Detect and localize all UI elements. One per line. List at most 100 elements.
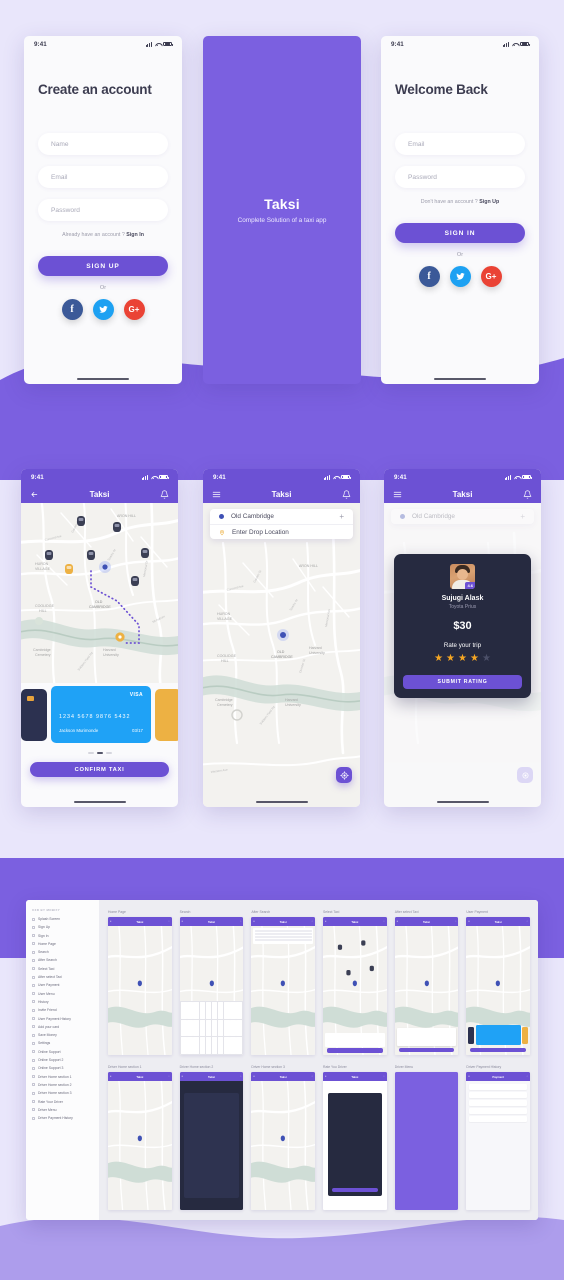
showcase-cell[interactable]: Driver Home section 2 ≡ Taksi ◌ (179, 1065, 244, 1210)
sidebar-item-4[interactable]: Search (32, 950, 93, 954)
sidebar-item-17[interactable]: Online Support 2 (32, 1058, 93, 1062)
showcase-thumbnail[interactable]: ≡ Taksi ◌ (179, 917, 244, 1055)
checkbox-icon[interactable] (32, 950, 35, 954)
checkbox-icon[interactable] (32, 1025, 35, 1029)
bell-icon[interactable] (160, 489, 169, 499)
checkbox-icon[interactable] (32, 1066, 35, 1070)
sidebar-item-16[interactable]: Online Support (32, 1050, 93, 1054)
sidebar-item-2[interactable]: Sign In (32, 934, 93, 938)
facebook-icon[interactable]: f (418, 266, 440, 287)
showcase-cell[interactable]: User Payment ≡ Taksi ◌ (466, 910, 531, 1055)
pickup-row[interactable]: Old Cambridge + (210, 509, 353, 524)
showcase-cell[interactable]: Driver Home section 3 ≡ Taksi ◌ (251, 1065, 316, 1210)
sidebar-item-15[interactable]: Settings (32, 1041, 93, 1045)
email-field[interactable]: Email (38, 166, 168, 188)
hamburger-menu-icon[interactable] (212, 490, 221, 499)
sidebar-item-7[interactable]: After select Taxi (32, 975, 93, 979)
checkbox-icon[interactable] (32, 917, 35, 921)
locate-me-button-disabled[interactable] (517, 767, 533, 783)
checkbox-icon[interactable] (32, 1000, 35, 1004)
sidebar-item-23[interactable]: Driver Menu (32, 1108, 93, 1112)
showcase-cell[interactable]: Driver Payment History ≡ Payment ◌ (466, 1065, 531, 1210)
confirm-taxi-button[interactable]: CONFIRM TAXI (30, 762, 169, 777)
password-field[interactable]: Password (395, 166, 525, 188)
hamburger-menu-icon[interactable] (393, 490, 402, 499)
signup-button[interactable]: SIGN UP (38, 256, 168, 276)
google-plus-icon[interactable]: G+ (123, 299, 145, 320)
signin-button[interactable]: SIGN IN (395, 223, 525, 243)
sidebar-item-0[interactable]: Splash Screen (32, 917, 93, 921)
back-arrow-icon[interactable] (30, 490, 39, 499)
sidebar-item-1[interactable]: Sign Up (32, 925, 93, 929)
card-previous[interactable] (21, 688, 47, 741)
drop-row[interactable]: Enter Drop Location (210, 524, 353, 539)
bell-icon[interactable] (342, 489, 351, 499)
checkbox-icon[interactable] (32, 1075, 35, 1079)
submit-rating-button[interactable]: SUBMIT RATING (403, 675, 522, 689)
showcase-cell[interactable]: After Search ≡ Taksi ◌ (251, 910, 316, 1055)
checkbox-icon[interactable] (32, 1033, 35, 1037)
sidebar-item-6[interactable]: Select Taxi (32, 967, 93, 971)
sidebar-item-9[interactable]: User Menu (32, 992, 93, 996)
signin-link[interactable]: Sign In (126, 232, 144, 238)
showcase-thumbnail[interactable]: ≡ Taksi ◌ (466, 917, 531, 1055)
sidebar-list[interactable]: Splash Screen Sign Up Sign In Home Page Sear… (32, 917, 93, 1120)
checkbox-icon[interactable] (32, 975, 35, 979)
checkbox-icon[interactable] (32, 992, 35, 996)
carousel-dots[interactable] (21, 752, 178, 754)
twitter-icon[interactable] (449, 266, 471, 287)
checkbox-icon[interactable] (32, 958, 35, 962)
showcase-thumbnail[interactable]: ≡ Taksi ◌ (394, 917, 459, 1055)
checkbox-icon[interactable] (32, 1017, 35, 1021)
google-plus-icon[interactable]: G+ (480, 266, 502, 287)
showcase-thumbnail[interactable]: ≡ Taksi ◌ (179, 1072, 244, 1210)
showcase-cell[interactable]: After select Taxi ≡ Taksi ◌ (394, 910, 459, 1055)
showcase-thumbnail[interactable]: ≡ Taksi ◌ (251, 917, 316, 1055)
star-rating[interactable]: ★ ★ ★ ★ ★ (403, 653, 522, 664)
sidebar-item-12[interactable]: User Payment History (32, 1017, 93, 1021)
bell-icon[interactable] (523, 489, 532, 499)
checkbox-icon[interactable] (32, 1083, 35, 1087)
signup-link[interactable]: Sign Up (479, 199, 499, 205)
star-4[interactable]: ★ (470, 653, 479, 664)
checkbox-icon[interactable] (32, 934, 35, 938)
checkbox-icon[interactable] (32, 1100, 35, 1104)
star-2[interactable]: ★ (446, 653, 455, 664)
sidebar-item-20[interactable]: Driver Home section 2 (32, 1083, 93, 1087)
star-5[interactable]: ★ (482, 653, 491, 664)
card-visa[interactable]: VISA 1234 5678 9876 5432 Jackson Murimon… (51, 686, 151, 743)
showcase-thumbnail[interactable]: ≡ Taksi ◌ (323, 1072, 387, 1210)
checkbox-icon[interactable] (32, 1058, 35, 1062)
checkbox-icon[interactable] (32, 925, 35, 929)
showcase-thumbnail[interactable]: ≡ Payment ◌ (466, 1072, 531, 1210)
facebook-icon[interactable]: f (61, 299, 83, 320)
showcase-thumbnail[interactable] (394, 1072, 459, 1210)
checkbox-icon[interactable] (32, 1050, 35, 1054)
showcase-sidebar[interactable]: UXD BY MOBIFY Splash Screen Sign Up Sign I… (26, 900, 100, 1220)
showcase-cell[interactable]: Rate You Driver ≡ Taksi ◌ (323, 1065, 387, 1210)
sidebar-item-19[interactable]: Driver Home section 1 (32, 1075, 93, 1079)
password-field[interactable]: Password (38, 199, 168, 221)
checkbox-icon[interactable] (32, 942, 35, 946)
carousel-dot-active[interactable] (96, 752, 103, 754)
twitter-icon[interactable] (92, 299, 114, 320)
star-3[interactable]: ★ (458, 653, 467, 664)
checkbox-icon[interactable] (32, 1041, 35, 1045)
map-view[interactable]: ARON HILL HURON VILLAGE OLD CAMBRIDGE COOL… (203, 503, 360, 807)
sidebar-item-21[interactable]: Driver Home section 3 (32, 1091, 93, 1095)
add-stop-icon[interactable]: + (339, 512, 344, 521)
checkbox-icon[interactable] (32, 983, 35, 987)
showcase-cell[interactable]: Home Page ≡ Taksi ◌ (108, 910, 172, 1055)
checkbox-icon[interactable] (32, 1108, 35, 1112)
sidebar-item-11[interactable]: Invite Friend (32, 1008, 93, 1012)
showcase-thumbnail[interactable]: ≡ Taksi ◌ (108, 1072, 172, 1210)
showcase-thumbnail[interactable]: ≡ Taksi ◌ (251, 1072, 316, 1210)
payment-card-carousel[interactable]: VISA 1234 5678 9876 5432 Jackson Murimon… (21, 686, 178, 743)
map-view[interactable]: ARON HILL HURON VILLAGE OLD CAMBRIDGE COOL… (21, 503, 178, 683)
sidebar-item-22[interactable]: Rate Your Driver (32, 1100, 93, 1104)
name-field[interactable]: Name (38, 133, 168, 155)
sidebar-item-3[interactable]: Home Page (32, 942, 93, 946)
carousel-dot[interactable] (87, 752, 94, 754)
checkbox-icon[interactable] (32, 1116, 35, 1120)
sidebar-item-24[interactable]: Driver Payment History (32, 1116, 93, 1120)
